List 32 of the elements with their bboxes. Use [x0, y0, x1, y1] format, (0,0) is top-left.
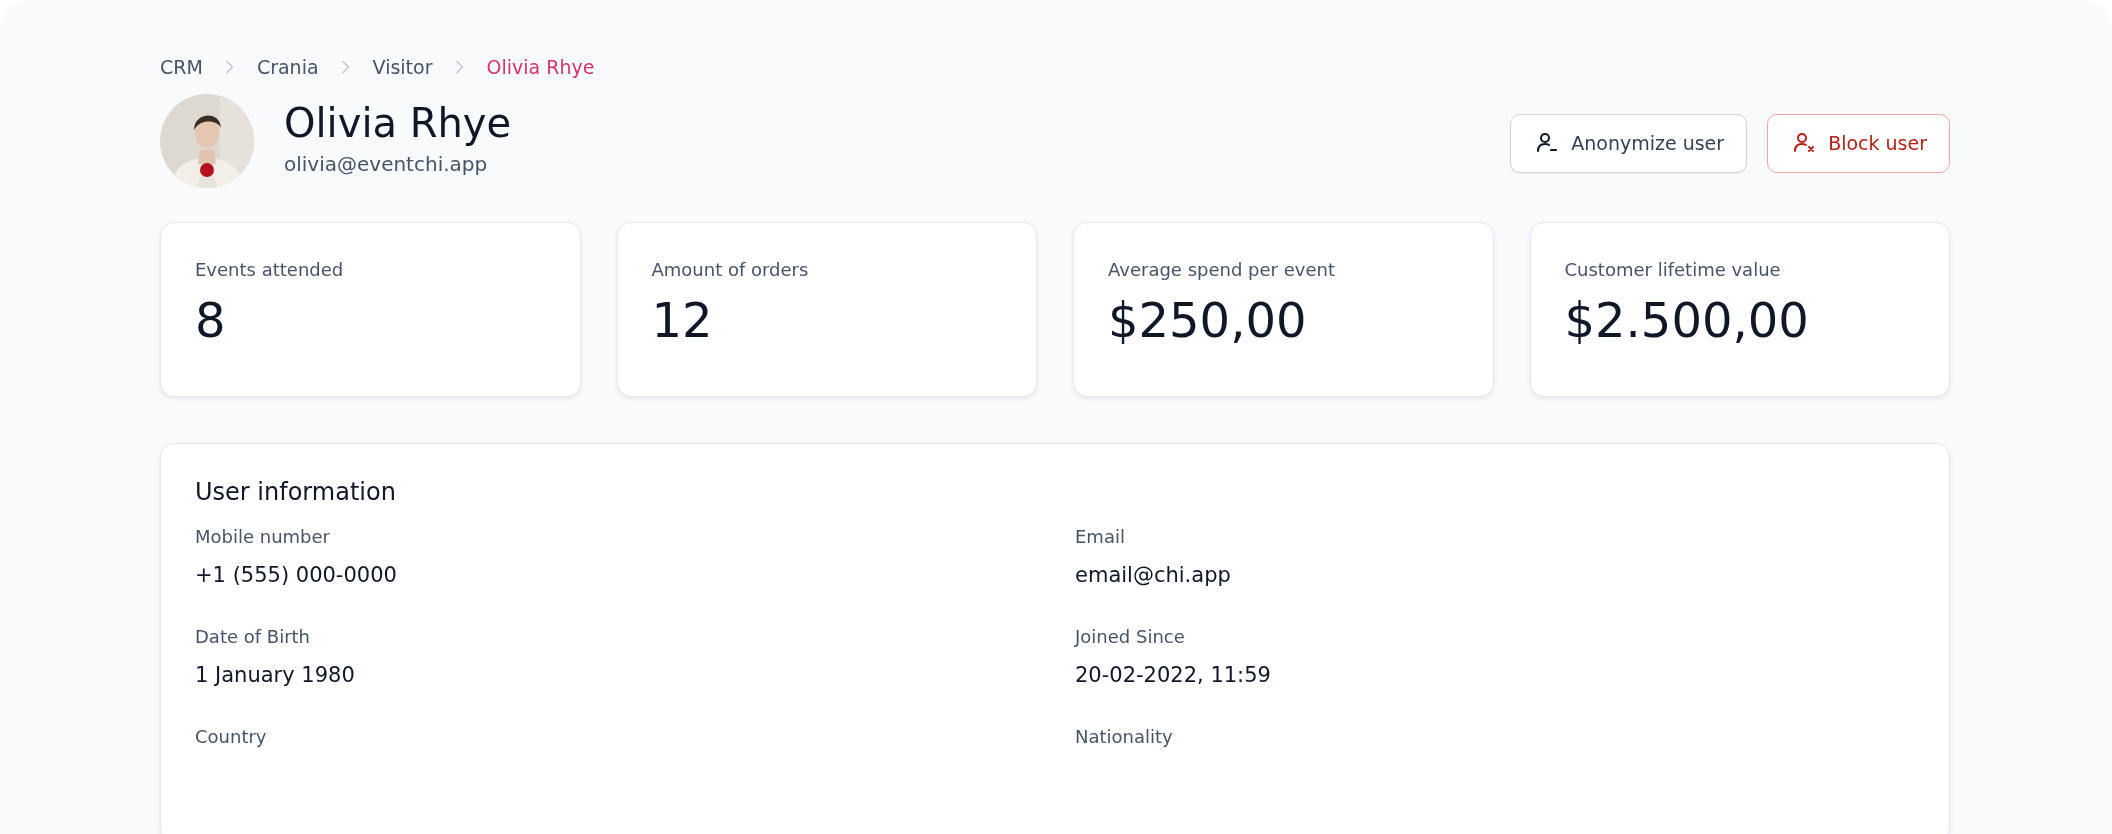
stat-label: Average spend per event: [1108, 259, 1336, 280]
user-name: Olivia Rhye: [284, 100, 512, 146]
section-title: User information: [195, 478, 397, 506]
field-value: email@chi.app: [1075, 563, 1232, 587]
block-user-button[interactable]: Block user: [1767, 113, 1950, 173]
user-email: olivia@eventchi.app: [284, 152, 489, 176]
chevron-icon: [224, 60, 235, 74]
stat-value: $2.500,00: [1564, 292, 1810, 348]
field-value: +1 (555) 000-0000: [195, 563, 398, 587]
chevron-icon: [454, 60, 465, 74]
user-remove-icon: [1792, 131, 1817, 155]
breadcrumb-link[interactable]: Visitor: [372, 56, 433, 78]
stat-value: $250,00: [1108, 292, 1308, 348]
stat-value: 8: [195, 292, 227, 348]
field-label: Country: [195, 726, 268, 747]
stat-value: 12: [651, 292, 714, 348]
chevron-icon: [340, 60, 351, 74]
field-value: 20-02-2022, 11:59: [1075, 663, 1272, 687]
user-minus-icon: [1535, 131, 1560, 155]
field-label: Nationality: [1075, 726, 1174, 747]
stat-label: Customer lifetime value: [1564, 259, 1782, 280]
field-label: Email: [1075, 526, 1126, 547]
field-label: Joined Since: [1075, 626, 1186, 647]
anonymize-user-button[interactable]: Anonymize user: [1510, 113, 1748, 173]
breadcrumb-link[interactable]: Olivia Rhye: [486, 56, 595, 78]
field-label: Date of Birth: [195, 626, 312, 647]
field-value: 1 January 1980: [195, 663, 356, 687]
stat-label: Events attended: [195, 259, 345, 280]
field-label: Mobile number: [195, 526, 332, 547]
breadcrumb-link[interactable]: CRM: [160, 56, 203, 78]
stat-label: Amount of orders: [651, 259, 810, 280]
breadcrumb-link[interactable]: Crania: [256, 56, 319, 78]
